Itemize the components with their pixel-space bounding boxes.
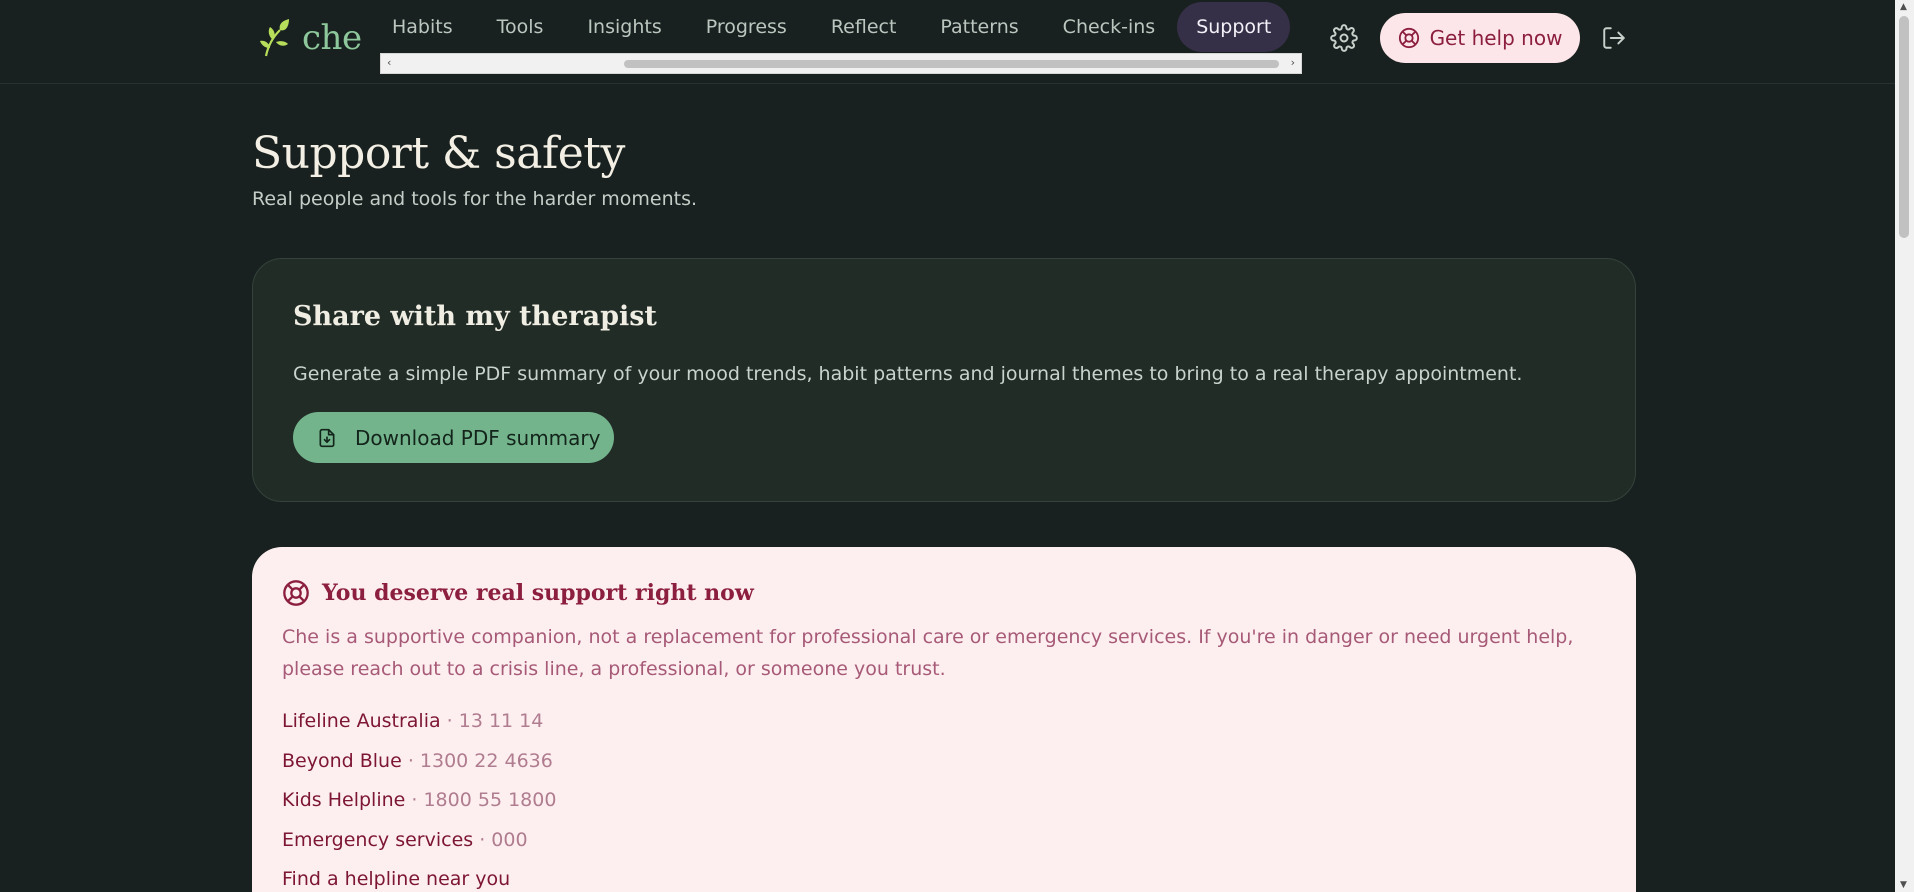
crisis-card-title: You deserve real support right now — [322, 580, 754, 606]
helpline-name: Kids Helpline — [282, 789, 406, 811]
helpline-number: · 1800 55 1800 — [405, 789, 557, 811]
nav-tab-check-ins[interactable]: Check-ins — [1041, 2, 1178, 52]
nav-tab-support[interactable]: Support — [1177, 2, 1291, 52]
scrollbar-thumb[interactable] — [624, 60, 1279, 68]
helpline-name: Emergency services — [282, 828, 474, 851]
top-header: che Habits Tools Insights Progress Reflect Pa… — [0, 0, 1895, 84]
helpline-item[interactable]: Lifeline Australia · 13 11 14 — [282, 710, 556, 750]
nav-tab-insights[interactable]: Insights — [565, 2, 683, 52]
file-download-icon — [319, 428, 335, 447]
page-scrollbar-thumb[interactable] — [1899, 16, 1909, 238]
helpline-number: · 13 11 14 — [440, 710, 544, 732]
nav-tab-progress[interactable]: Progress — [684, 2, 809, 52]
nav-horizontal-scrollbar[interactable]: ‹ › — [380, 53, 1302, 74]
crisis-support-card: You deserve real support right now Che i… — [252, 547, 1636, 892]
nav-tab-habits[interactable]: Habits — [380, 2, 475, 52]
scroll-left-arrow-icon[interactable]: ‹ — [387, 56, 391, 69]
helpline-number: · 1300 22 4636 — [401, 749, 553, 772]
main-nav: Habits Tools Insights Progress Reflect Patter… — [380, 0, 1302, 74]
helpline-item[interactable]: Beyond Blue · 1300 22 4636 — [282, 750, 556, 790]
gear-icon[interactable] — [1330, 24, 1358, 52]
page-title: Support & safety — [252, 128, 625, 179]
helpline-name: Beyond Blue — [282, 749, 402, 772]
helpline-item[interactable]: Emergency services · 000 — [282, 829, 556, 869]
app-logo[interactable]: che — [258, 18, 362, 58]
leaf-logo-icon — [260, 19, 289, 57]
scroll-up-arrow-icon[interactable]: ▲ — [1900, 2, 1907, 12]
crisis-card-text: Che is a supportive companion, not a rep… — [282, 626, 1574, 680]
helpline-list: Lifeline Australia · 13 11 14 Beyond Blu… — [282, 710, 556, 890]
nav-tab-patterns[interactable]: Patterns — [918, 2, 1040, 52]
get-help-now-label: Get help now — [1429, 26, 1563, 50]
therapist-card-title: Share with my therapist — [293, 301, 657, 332]
app-name: che — [302, 18, 362, 58]
lifebuoy-icon — [1398, 27, 1419, 49]
therapist-card-description: Generate a simple PDF summary of your mo… — [293, 363, 1523, 385]
scroll-down-arrow-icon[interactable]: ▼ — [1900, 880, 1907, 890]
download-pdf-summary-button[interactable]: Download PDF summary — [293, 412, 614, 463]
lifebuoy-icon — [283, 580, 309, 606]
download-pdf-label: Download PDF summary — [355, 425, 601, 450]
share-with-therapist-card: Share with my therapist Generate a simpl… — [252, 258, 1636, 502]
page-subtitle: Real people and tools for the harder mom… — [252, 188, 698, 210]
logout-icon[interactable] — [1601, 25, 1627, 51]
nav-tab-reflect[interactable]: Reflect — [809, 2, 919, 52]
nav-tab-tools[interactable]: Tools — [475, 2, 566, 52]
scroll-right-arrow-icon[interactable]: › — [1291, 56, 1295, 69]
find-helpline-link[interactable]: Find a helpline near you — [282, 868, 556, 890]
helpline-number: · 000 — [473, 828, 528, 851]
helpline-item[interactable]: Kids Helpline · 1800 55 1800 — [282, 789, 556, 829]
get-help-now-button[interactable]: Get help now — [1380, 13, 1580, 63]
helpline-name: Lifeline Australia — [282, 710, 441, 732]
crisis-card-header: You deserve real support right now — [282, 579, 754, 607]
page-vertical-scrollbar[interactable]: ▲ ▼ — [1895, 0, 1914, 892]
